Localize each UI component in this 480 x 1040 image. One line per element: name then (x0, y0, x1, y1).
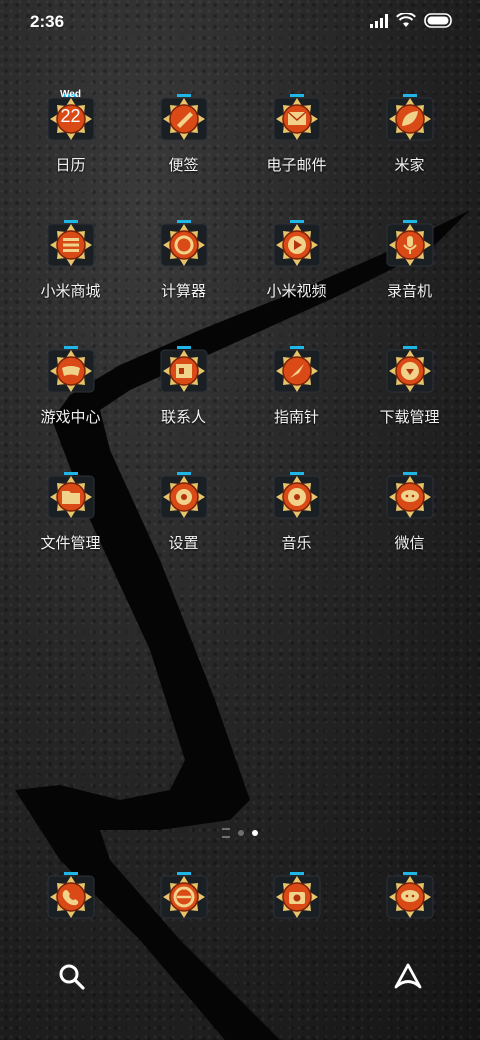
dock-messages[interactable] (353, 870, 466, 924)
game-center-icon (44, 344, 98, 398)
app-label: 便签 (168, 156, 199, 174)
app-music[interactable]: 音乐 (240, 470, 353, 553)
mijia-icon (383, 92, 437, 146)
app-label: 微信 (394, 534, 425, 552)
dock-phone[interactable] (14, 870, 127, 924)
browser-icon (157, 870, 211, 924)
mi-store-icon (44, 218, 98, 272)
signal-icon (370, 13, 388, 28)
app-contacts[interactable]: 联系人 (127, 344, 240, 427)
app-notes[interactable]: 便签 (127, 92, 240, 175)
a-shape-icon[interactable] (393, 962, 423, 992)
app-label: 计算器 (160, 282, 206, 300)
app-settings[interactable]: 设置 (127, 470, 240, 553)
dock (0, 870, 480, 930)
video-icon (270, 218, 324, 272)
battery-icon (424, 13, 452, 28)
app-label: 下载管理 (379, 408, 440, 426)
calculator-icon (157, 218, 211, 272)
settings-icon (157, 470, 211, 524)
wifi-icon (396, 13, 416, 27)
app-label: 日历 (55, 156, 86, 174)
app-label: 指南针 (273, 408, 319, 426)
messages-icon (383, 870, 437, 924)
bottom-bar (0, 948, 480, 1004)
app-wechat[interactable]: 微信 (353, 470, 466, 553)
camera-icon (270, 870, 324, 924)
app-label: 设置 (168, 534, 199, 552)
app-video[interactable]: 小米视频 (240, 218, 353, 301)
compass-icon (270, 344, 324, 398)
dock-camera[interactable] (240, 870, 353, 924)
page-dot-1[interactable] (222, 828, 230, 838)
app-game-center[interactable]: 游戏中心 (14, 344, 127, 427)
status-time: 2:36 (30, 12, 65, 31)
status-bar: 2:36 (0, 0, 480, 44)
notes-icon (157, 92, 211, 146)
app-downloads[interactable]: 下载管理 (353, 344, 466, 427)
file-manager-icon (44, 470, 98, 524)
phone-icon (44, 870, 98, 924)
app-recorder[interactable]: 录音机 (353, 218, 466, 301)
app-file-manager[interactable]: 文件管理 (14, 470, 127, 553)
calendar-day: Wed (60, 89, 81, 100)
calendar-date: 22 (60, 106, 81, 126)
app-label: 文件管理 (40, 534, 101, 552)
app-email[interactable]: 电子邮件 (240, 92, 353, 175)
app-label: 联系人 (160, 408, 206, 426)
app-calculator[interactable]: 计算器 (127, 218, 240, 301)
wechat-icon (383, 470, 437, 524)
page-dot-2[interactable] (238, 830, 244, 836)
downloads-icon (383, 344, 437, 398)
app-label: 录音机 (386, 282, 432, 300)
email-icon (270, 92, 324, 146)
recorder-icon (383, 218, 437, 272)
app-label: 音乐 (281, 534, 312, 552)
app-label: 小米商城 (40, 282, 101, 300)
calendar-icon: Wed 22 (44, 89, 98, 146)
app-label: 米家 (394, 156, 425, 174)
app-label: 小米视频 (266, 282, 327, 300)
page-indicator (0, 828, 480, 838)
music-icon (270, 470, 324, 524)
app-mijia[interactable]: 米家 (353, 92, 466, 175)
dock-browser[interactable] (127, 870, 240, 924)
app-compass[interactable]: 指南针 (240, 344, 353, 427)
contacts-icon (157, 344, 211, 398)
app-calendar[interactable]: Wed 22 日历 (14, 89, 127, 175)
app-mi-store[interactable]: 小米商城 (14, 218, 127, 301)
app-label: 电子邮件 (266, 156, 327, 174)
app-label: 游戏中心 (40, 408, 101, 426)
search-icon[interactable] (57, 962, 87, 992)
page-dot-3[interactable] (252, 830, 258, 836)
